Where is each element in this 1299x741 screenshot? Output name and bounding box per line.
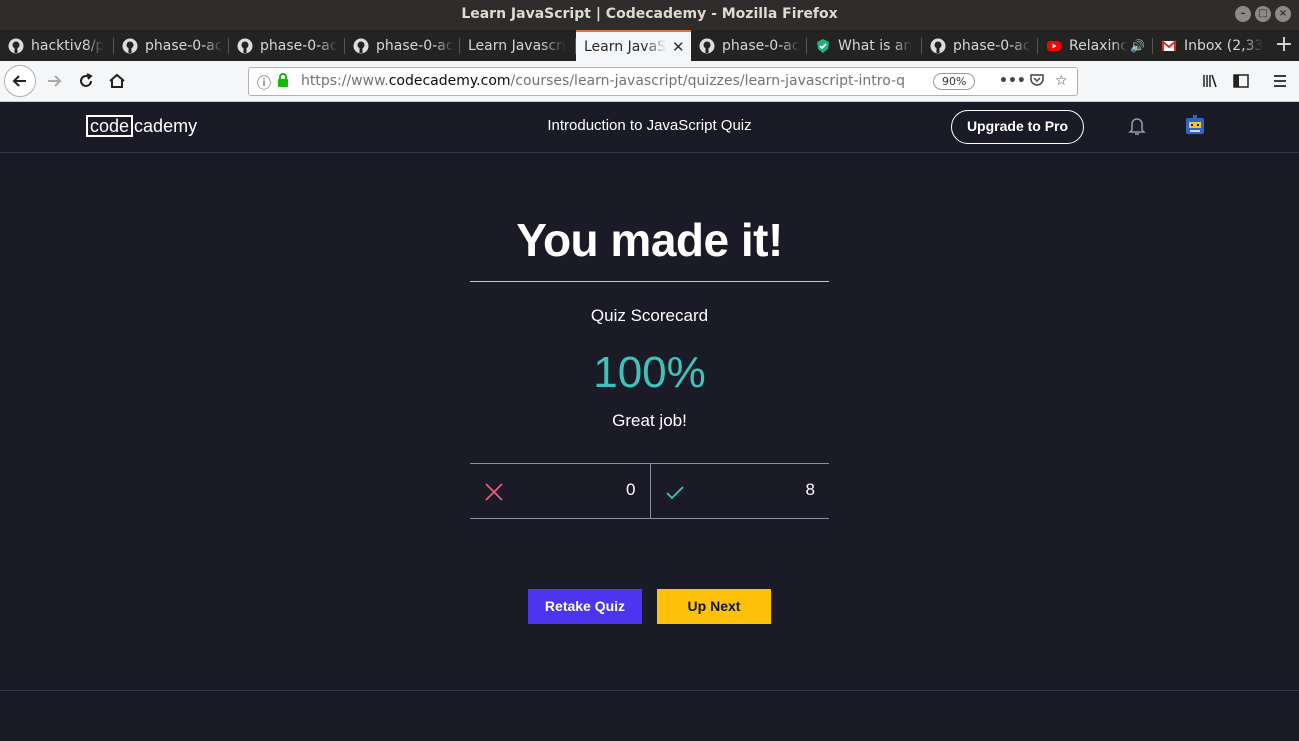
bell-icon[interactable] — [1128, 116, 1146, 140]
tab-label: phase-0-ac — [722, 37, 800, 54]
sidebar-button[interactable] — [1225, 65, 1257, 97]
info-icon[interactable]: ⓘ — [257, 73, 271, 93]
tab-label: Learn Javascri — [468, 37, 566, 54]
window-titlebar: Learn JavaScript | Codecademy - Mozilla … — [0, 0, 1299, 30]
github-icon — [237, 38, 253, 54]
up-next-button[interactable]: Up Next — [657, 589, 771, 624]
result-message: Great job! — [612, 411, 687, 430]
correct-count: 8 — [805, 480, 815, 499]
minimize-icon[interactable]: – — [1235, 6, 1251, 22]
tab-label: Inbox (2,33 — [1184, 37, 1264, 54]
page-actions-icon[interactable]: ••• — [999, 73, 1026, 89]
tab[interactable]: Relaxinc 🔊 — [1038, 30, 1153, 61]
tab-label: phase-0-ac — [953, 37, 1031, 54]
page-title: You made it! — [516, 214, 783, 266]
answer-tally: 0 8 — [470, 463, 829, 519]
upgrade-to-pro-button[interactable]: Upgrade to Pro — [951, 110, 1084, 144]
incorrect-tally: 0 — [470, 464, 650, 518]
retake-quiz-button[interactable]: Retake Quiz — [528, 589, 642, 624]
back-arrow-icon — [12, 75, 26, 87]
close-icon[interactable]: × — [1275, 6, 1291, 22]
robot-avatar-icon — [1186, 115, 1204, 134]
correct-tally: 8 — [649, 464, 830, 518]
url-bar[interactable]: ⓘ https://www.codecademy.com/courses/lea… — [248, 67, 1078, 96]
quiz-title: Introduction to JavaScript Quiz — [547, 117, 752, 134]
pocket-icon[interactable] — [1029, 73, 1045, 91]
home-button[interactable] — [101, 65, 133, 97]
sidebar-icon — [1233, 74, 1249, 88]
hamburger-menu-icon — [1274, 75, 1286, 87]
menu-button[interactable] — [1264, 65, 1296, 97]
window-title: Learn JavaScript | Codecademy - Mozilla … — [461, 6, 838, 22]
tab[interactable]: hacktiv8/p — [0, 30, 114, 61]
tab[interactable]: phase-0-ac — [229, 30, 345, 61]
avatar[interactable] — [1184, 114, 1206, 136]
forward-button[interactable] — [38, 65, 70, 97]
tab-active[interactable]: Learn JavaS ✕ — [576, 30, 691, 61]
tab-label: Relaxinc — [1069, 37, 1128, 54]
github-icon — [122, 38, 138, 54]
tab-label: Learn JavaS — [584, 38, 667, 55]
maximize-icon[interactable]: □ — [1255, 6, 1271, 22]
new-tab-button[interactable]: + — [1269, 30, 1299, 61]
github-icon — [353, 38, 369, 54]
window-controls: – □ × — [1235, 6, 1291, 22]
github-icon — [699, 38, 715, 54]
tab[interactable]: phase-0-ac — [345, 30, 460, 61]
tab-label: phase-0-ac — [145, 37, 223, 54]
forward-arrow-icon — [48, 75, 62, 87]
tab[interactable]: phase-0-ac — [922, 30, 1038, 61]
tab-label: phase-0-ac — [376, 37, 454, 54]
checkmark-icon — [665, 482, 685, 506]
scorecard-label: Quiz Scorecard — [590, 306, 709, 325]
divider — [470, 281, 829, 282]
lock-icon[interactable] — [277, 73, 289, 91]
tab[interactable]: Learn Javascri — [460, 30, 576, 61]
tab[interactable]: phase-0-ac — [691, 30, 807, 61]
quiz-results: You made it! Quiz Scorecard 100% Great j… — [0, 153, 1299, 691]
tab[interactable]: What is an — [807, 30, 922, 61]
score-percentage: 100% — [593, 348, 706, 397]
tab-label: hacktiv8/p — [31, 37, 105, 54]
navigation-bar: ⓘ https://www.codecademy.com/courses/lea… — [0, 61, 1299, 102]
incorrect-count: 0 — [626, 480, 636, 499]
tab-close-icon[interactable]: ✕ — [672, 38, 685, 56]
x-icon — [484, 482, 504, 506]
github-icon — [8, 38, 24, 54]
tab[interactable]: Inbox (2,33 — [1153, 30, 1269, 61]
library-button[interactable] — [1194, 65, 1226, 97]
home-icon — [109, 73, 125, 88]
youtube-icon — [1046, 38, 1062, 54]
tab-label: What is an — [838, 37, 913, 54]
bookmark-star-icon[interactable]: ☆ — [1055, 73, 1068, 89]
gmail-icon — [1161, 38, 1177, 54]
library-icon — [1203, 74, 1217, 88]
shield-check-icon — [815, 38, 831, 54]
footer-divider — [0, 690, 1299, 691]
reload-icon — [80, 73, 93, 87]
speaker-icon[interactable]: 🔊 — [1130, 39, 1145, 53]
zoom-indicator[interactable]: 90% — [933, 73, 976, 90]
github-icon — [930, 38, 946, 54]
tab-strip: hacktiv8/p phase-0-ac phase-0-ac phase-0… — [0, 30, 1299, 61]
back-button[interactable] — [4, 65, 36, 97]
tab[interactable]: phase-0-ac — [114, 30, 229, 61]
tab-label: phase-0-ac — [260, 37, 338, 54]
url-text[interactable]: https://www.codecademy.com/courses/learn… — [301, 73, 921, 89]
site-header: code cademy Introduction to JavaScript Qu… — [0, 102, 1299, 153]
reload-button[interactable] — [70, 65, 102, 97]
